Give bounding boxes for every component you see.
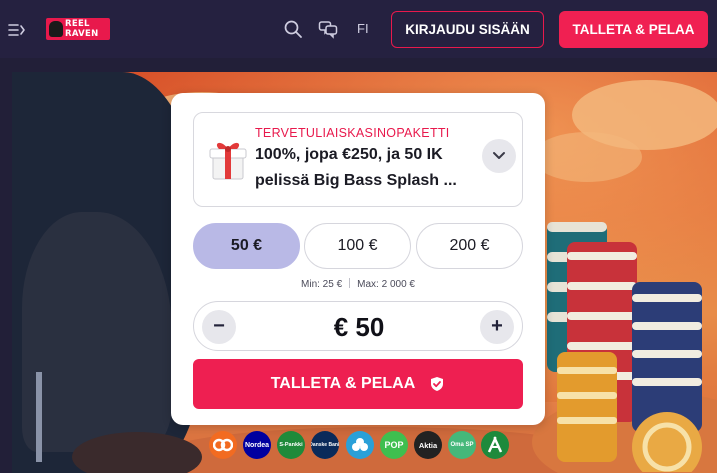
- login-button[interactable]: KIRJAUDU SISÄÄN: [391, 11, 544, 48]
- character-jacket: [22, 212, 172, 452]
- deposit-play-button[interactable]: TALLETA & PELAA: [193, 359, 523, 409]
- deposit-card: TERVETULIAISKASINOPAKETTI 100%, jopa €25…: [171, 93, 545, 425]
- header-deposit-button[interactable]: TALLETA & PELAA: [559, 11, 708, 48]
- bank-logo-alandsbanken[interactable]: [481, 431, 509, 459]
- poker-chips-illustration: [547, 222, 702, 472]
- shield-check-icon: [429, 376, 445, 392]
- payment-methods: Nordea S-Pankki Danske Bank POP Aktia Om…: [209, 431, 509, 461]
- brand-line-2: RAVEN: [65, 29, 99, 39]
- limit-divider: [349, 278, 351, 288]
- amount-input[interactable]: € 50: [254, 312, 464, 343]
- increase-button[interactable]: +: [480, 310, 514, 344]
- bank-logo-nordea[interactable]: Nordea: [243, 431, 271, 459]
- bank-logo-danske[interactable]: Danske Bank: [311, 431, 339, 459]
- deposit-limits: Min: 25 € Max: 2 000 €: [171, 278, 545, 290]
- menu-icon[interactable]: [8, 20, 26, 38]
- chevron-down-icon[interactable]: [482, 139, 516, 173]
- decrease-button[interactable]: −: [202, 310, 236, 344]
- minus-icon: −: [213, 315, 225, 337]
- promo-title: TERVETULIAISKASINOPAKETTI: [255, 126, 450, 140]
- chat-icon[interactable]: [318, 19, 338, 39]
- language-selector[interactable]: FI: [357, 21, 369, 36]
- raven-icon: [49, 21, 63, 37]
- brand-name: REEL RAVEN: [65, 19, 109, 39]
- character-zipper: [36, 372, 42, 462]
- deposit-button-label: TALLETA & PELAA: [270, 375, 416, 392]
- top-header: REEL RAVEN FI KIRJAUDU SISÄÄN TALLETA & …: [0, 0, 717, 58]
- brand-logo[interactable]: REEL RAVEN: [46, 18, 110, 40]
- min-limit: Min: 25 €: [301, 279, 343, 290]
- promo-description-line-1: 100%, jopa €250, ja 50 IK: [255, 146, 443, 163]
- amount-option-50[interactable]: 50 €: [193, 223, 300, 269]
- plus-icon: +: [491, 315, 503, 337]
- amount-stepper: − € 50 +: [193, 301, 523, 351]
- amount-option-100[interactable]: 100 €: [304, 223, 411, 269]
- bank-logo-op[interactable]: [209, 431, 237, 459]
- bank-logo-saastopankki[interactable]: [346, 431, 374, 459]
- bank-logo-pop[interactable]: POP: [380, 431, 408, 459]
- search-icon[interactable]: [283, 19, 303, 39]
- chip-stack: [557, 352, 617, 462]
- bank-logo-s-pankki[interactable]: S-Pankki: [277, 431, 305, 459]
- max-limit: Max: 2 000 €: [357, 279, 415, 290]
- promo-offer[interactable]: TERVETULIAISKASINOPAKETTI 100%, jopa €25…: [193, 112, 523, 207]
- bank-logo-oma-sp[interactable]: Oma SP: [448, 431, 476, 459]
- cloud: [532, 132, 642, 182]
- gift-icon: [207, 137, 249, 181]
- amount-option-200[interactable]: 200 €: [416, 223, 523, 269]
- bank-logo-aktia[interactable]: Aktia: [414, 431, 442, 459]
- promo-description-line-2: pelissä Big Bass Splash ...: [255, 172, 457, 189]
- chip-stack: [632, 282, 702, 432]
- brand-line-1: REEL: [65, 19, 90, 29]
